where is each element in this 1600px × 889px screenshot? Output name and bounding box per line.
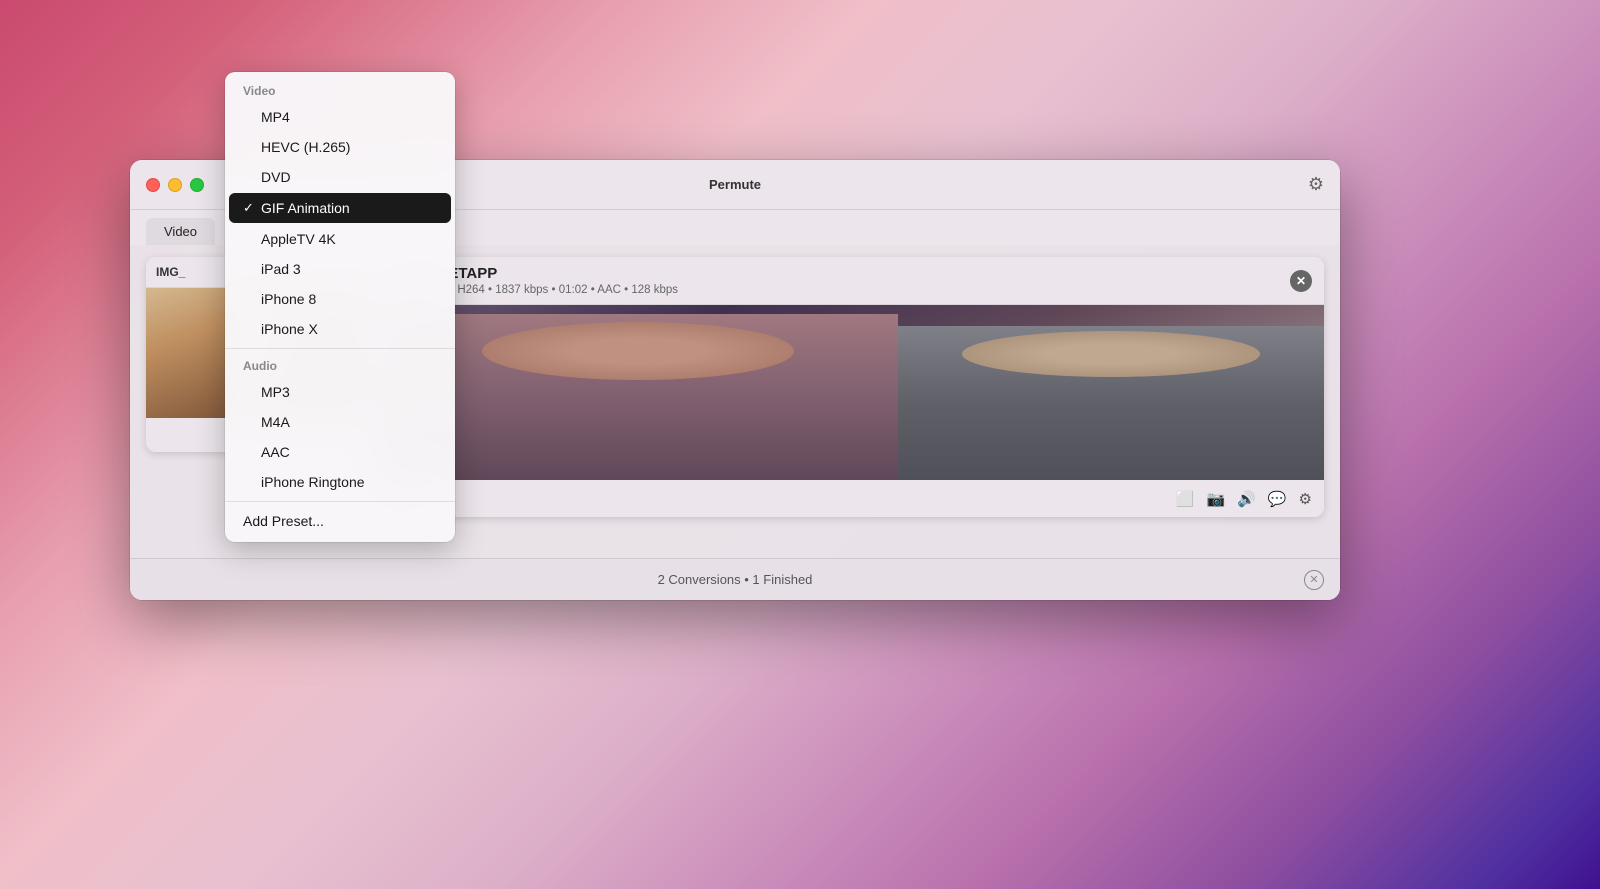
status-bar: 2 Conversions • 1 Finished ✕ xyxy=(130,558,1340,600)
menu-item-iphone-ringtone[interactable]: iPhone Ringtone xyxy=(225,467,455,497)
right-card-header: Snake SETAPP 1920x1080 • H264 • 1837 kbp… xyxy=(378,257,1324,305)
traffic-lights xyxy=(146,178,204,192)
right-card-close-button[interactable]: ✕ xyxy=(1290,270,1312,292)
menu-item-add-preset[interactable]: Add Preset... xyxy=(225,506,455,536)
menu-item-gif[interactable]: ✓ GIF Animation xyxy=(229,193,451,223)
subtitle-icon[interactable]: 💬 xyxy=(1268,490,1287,508)
menu-item-appletv[interactable]: AppleTV 4K xyxy=(225,224,455,254)
menu-item-hevc[interactable]: HEVC (H.265) xyxy=(225,132,455,162)
settings-icon-right[interactable]: ⚙ xyxy=(1299,490,1312,508)
menu-divider-1 xyxy=(225,348,455,349)
crop-icon[interactable]: ⬜ xyxy=(1176,490,1195,508)
person-right xyxy=(898,326,1324,480)
close-button[interactable] xyxy=(146,178,160,192)
maximize-button[interactable] xyxy=(190,178,204,192)
menu-item-m4a[interactable]: M4A xyxy=(225,407,455,437)
menu-item-mp4[interactable]: MP4 xyxy=(225,102,455,132)
menu-item-dvd[interactable]: DVD xyxy=(225,162,455,192)
person-left xyxy=(378,314,898,480)
audio-section-label: Audio xyxy=(225,353,455,377)
audio-icon[interactable]: 🔊 xyxy=(1237,490,1256,508)
video-icon[interactable]: 📷 xyxy=(1206,490,1225,508)
format-dropdown-menu: Video MP4 HEVC (H.265) DVD ✓ GIF Animati… xyxy=(225,72,455,542)
window-title: Permute xyxy=(709,177,761,192)
video-section-label: Video xyxy=(225,78,455,102)
right-card-preview xyxy=(378,305,1324,480)
status-text: 2 Conversions • 1 Finished xyxy=(658,572,813,587)
menu-item-iphonex[interactable]: iPhone X xyxy=(225,314,455,344)
menu-item-iphone8[interactable]: iPhone 8 xyxy=(225,284,455,314)
scene-background xyxy=(378,305,1324,480)
right-media-card: Snake SETAPP 1920x1080 • H264 • 1837 kbp… xyxy=(378,257,1324,517)
checkmark-icon: ✓ xyxy=(243,200,254,216)
preview-scene xyxy=(378,305,1324,480)
settings-icon[interactable]: ⚙ xyxy=(1308,174,1324,195)
right-card-controls: ▶ ⬜ 📷 🔊 💬 ⚙ xyxy=(378,480,1324,517)
menu-item-ipad3[interactable]: iPad 3 xyxy=(225,254,455,284)
minimize-button[interactable] xyxy=(168,178,182,192)
desktop: Permute ⚙ Video IMG_ ✕ xyxy=(0,0,1600,889)
status-close-button[interactable]: ✕ xyxy=(1304,570,1324,590)
right-controls-group: ⬜ 📷 🔊 💬 ⚙ xyxy=(1176,490,1312,508)
menu-divider-2 xyxy=(225,501,455,502)
menu-item-aac[interactable]: AAC xyxy=(225,437,455,467)
menu-item-mp3[interactable]: MP3 xyxy=(225,377,455,407)
tab-video[interactable]: Video xyxy=(146,218,215,245)
